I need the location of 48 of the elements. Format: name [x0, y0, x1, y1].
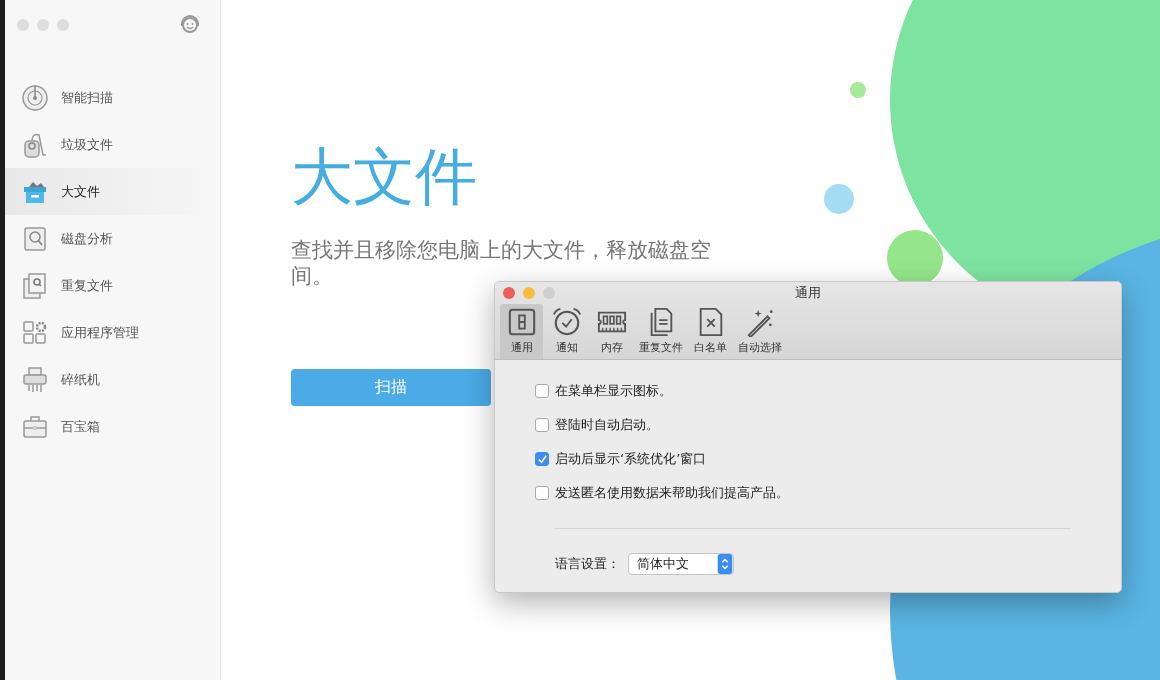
sidebar-item[interactable]: 磁盘分析 [5, 215, 220, 262]
alarm-clock-icon [551, 307, 582, 337]
window-control-icon[interactable] [17, 19, 29, 31]
sidebar-label: 碎纸机 [61, 370, 100, 389]
sidebar-item[interactable]: 应用程序管理 [5, 309, 220, 356]
shredder-icon [21, 365, 49, 394]
disk-magnifier-icon [21, 224, 49, 253]
window-control-icon[interactable] [37, 19, 49, 31]
sidebar-item[interactable]: 百宝箱 [5, 403, 220, 450]
dropdown-arrows-icon [717, 554, 733, 574]
close-button[interactable] [503, 287, 515, 299]
option-label: 发送匿名使用数据来帮助我们提高产品。 [555, 484, 789, 502]
sidebar-item[interactable]: 垃圾文件 [5, 121, 220, 168]
preferences-tab[interactable]: 通用 [500, 304, 543, 359]
page-description: 查找并且移除您电脑上的大文件，释放磁盘空间。 [291, 238, 712, 289]
page-title: 大文件 [291, 140, 477, 215]
preferences-tab[interactable]: 自动选择 [734, 304, 786, 359]
option-label: 在菜单栏显示图标。 [555, 382, 672, 400]
app-grid-icon [21, 318, 49, 347]
sidebar-label: 重复文件 [61, 276, 113, 295]
checkbox[interactable] [535, 418, 549, 432]
document-search-icon [21, 271, 49, 300]
preferences-tab[interactable]: 白名单 [689, 304, 732, 359]
sidebar-label: 百宝箱 [61, 417, 100, 436]
preferences-tab[interactable]: 通知 [545, 304, 588, 359]
switch-icon [506, 307, 537, 337]
sidebar-item[interactable]: 重复文件 [5, 262, 220, 309]
sidebar-label: 垃圾文件 [61, 135, 113, 154]
sidebar-item[interactable]: 碎纸机 [5, 356, 220, 403]
dialog-title: 通用 [794, 284, 822, 302]
magic-wand-icon [745, 307, 775, 337]
checkbox[interactable] [535, 486, 549, 500]
radar-icon [21, 83, 49, 112]
option-label: 登陆时自动启动。 [555, 416, 659, 434]
language-dropdown[interactable]: 简体中文 [628, 553, 734, 575]
option-label: 启动后显示‘系统优化’窗口 [555, 450, 707, 468]
window-control-icon[interactable] [57, 19, 69, 31]
minimize-button[interactable] [523, 287, 535, 299]
checkbox[interactable] [535, 384, 549, 398]
sidebar-item[interactable]: 智能扫描 [5, 74, 220, 121]
sidebar-label: 应用程序管理 [61, 323, 139, 342]
sidebar-label: 磁盘分析 [61, 229, 113, 248]
preferences-tab[interactable]: 内存 [590, 304, 633, 359]
language-label: 语言设置： [555, 555, 620, 573]
sidebar-label: 智能扫描 [61, 88, 113, 107]
sidebar-label: 大文件 [61, 182, 100, 201]
preferences-tab[interactable]: 重复文件 [635, 304, 687, 359]
checkbox[interactable] [535, 452, 549, 466]
